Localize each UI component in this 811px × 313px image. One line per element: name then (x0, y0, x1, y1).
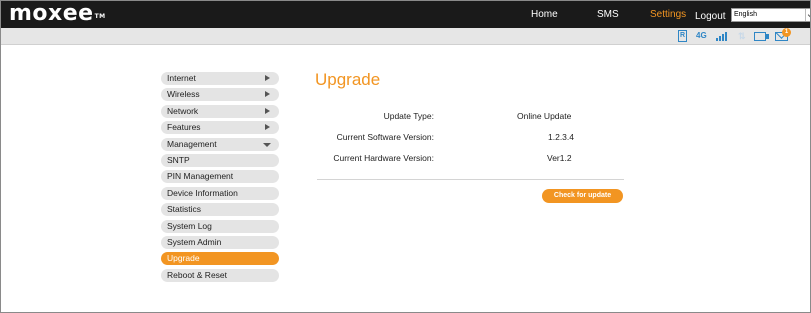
sidebar-item-reboot-reset[interactable]: Reboot & Reset (161, 268, 279, 282)
sidebar-item-label: Statistics (167, 204, 202, 215)
sidebar-item-upgrade[interactable]: Upgrade (161, 252, 279, 266)
nav-home[interactable]: Home (531, 9, 558, 21)
sidebar-item-label: SNTP (167, 154, 190, 165)
chevron-down-icon[interactable] (805, 9, 810, 21)
sidebar-item-label: PIN Management (167, 171, 234, 182)
hardware-version-value: Ver1.2 (547, 153, 572, 163)
software-version-value: 1.2.3.4 (548, 132, 574, 142)
app-frame: moxeeTM Home SMS Settings Logout English… (0, 0, 811, 313)
signal-strength-icon (716, 30, 728, 42)
update-type-value: Online Update (517, 111, 572, 121)
roaming-icon: R (678, 30, 687, 42)
settings-sidebar: Internet Wireless Network Features Manag… (161, 72, 279, 285)
check-for-update-button[interactable]: Check for update (542, 189, 623, 203)
sidebar-item-device-information[interactable]: Device Information (161, 186, 279, 200)
logo-trademark: TM (94, 13, 106, 20)
top-bar: moxeeTM Home SMS Settings Logout English (1, 1, 810, 28)
network-type-icon: 4G (696, 31, 707, 40)
nav-sms[interactable]: SMS (597, 9, 619, 21)
update-type-label: Update Type: (383, 111, 434, 121)
sidebar-item-label: System Admin (167, 236, 222, 247)
nav-settings[interactable]: Settings (650, 9, 686, 21)
sidebar-item-wireless[interactable]: Wireless (161, 88, 279, 102)
sidebar-item-label: Features (167, 122, 201, 133)
unread-messages-badge: 1 (782, 28, 791, 37)
hardware-version-label: Current Hardware Version: (333, 153, 434, 163)
sidebar-item-label: Reboot & Reset (167, 269, 228, 280)
software-version-label: Current Software Version: (336, 132, 434, 142)
sidebar-item-system-admin[interactable]: System Admin (161, 235, 279, 249)
status-bar: R 4G ⇅ 1 (1, 28, 810, 45)
sidebar-item-statistics[interactable]: Statistics (161, 203, 279, 217)
battery-icon (754, 32, 769, 41)
sidebar-item-label: Device Information (167, 187, 238, 198)
sidebar-item-system-log[interactable]: System Log (161, 219, 279, 233)
logout-link[interactable]: Logout (695, 11, 726, 23)
sidebar-item-label: Internet (167, 73, 196, 83)
page-title: Upgrade (315, 70, 381, 89)
sidebar-item-internet[interactable]: Internet (161, 72, 279, 85)
chevron-right-icon (265, 75, 270, 81)
sidebar-item-label: System Log (167, 220, 212, 231)
section-divider (317, 179, 624, 180)
language-select[interactable]: English (731, 8, 810, 22)
sidebar-item-pin-management[interactable]: PIN Management (161, 170, 279, 184)
brand-logo: moxeeTM (9, 2, 106, 26)
sidebar-item-label: Wireless (167, 89, 200, 100)
language-select-value: English (734, 11, 757, 18)
data-transfer-icon: ⇅ (738, 31, 746, 41)
chevron-right-icon (265, 91, 270, 98)
logo-text: moxee (9, 1, 94, 26)
sidebar-item-label: Upgrade (167, 253, 200, 264)
chevron-down-icon (263, 142, 271, 147)
chevron-right-icon (265, 124, 270, 131)
